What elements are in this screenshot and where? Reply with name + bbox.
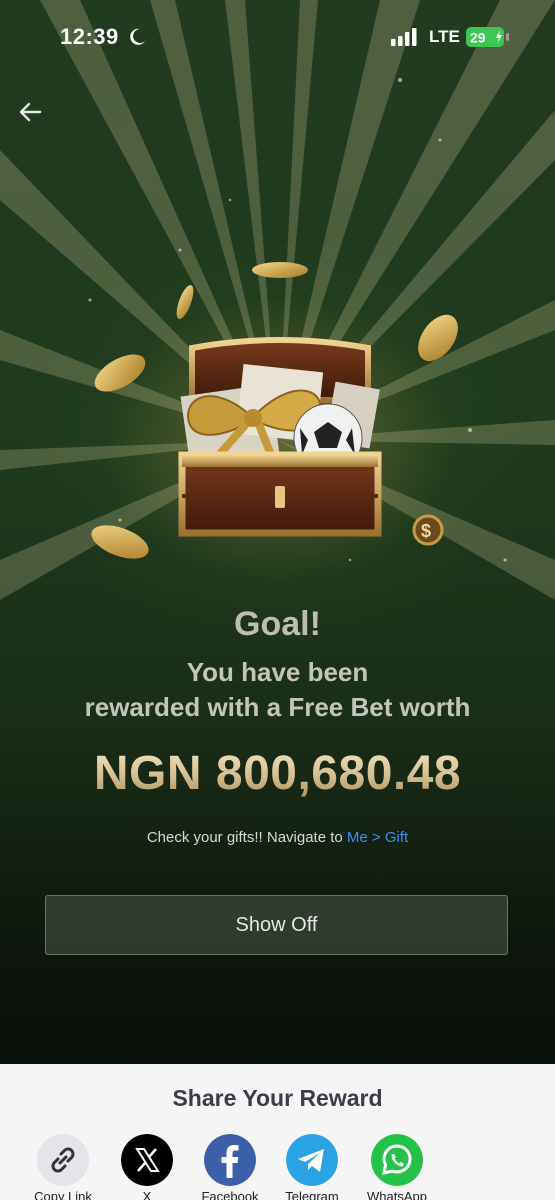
share-copy-link-button[interactable]: Copy Link [23, 1134, 103, 1200]
back-arrow-icon[interactable] [14, 96, 46, 128]
battery-icon: 29 [466, 27, 509, 47]
share-option-label: Facebook [201, 1189, 259, 1200]
hint-text: Check your gifts!! Navigate to [146, 829, 347, 846]
signal-icon [391, 28, 417, 46]
share-option-label: X [142, 1189, 152, 1200]
show-off-button[interactable]: Show Off [45, 895, 508, 955]
x-logo-icon [121, 1134, 173, 1186]
share-x-button[interactable]: X [107, 1134, 187, 1200]
gift-navigation-hint: Check your gifts!! Navigate to Me > Gift [0, 829, 555, 846]
reward-headline: Goal! [234, 605, 321, 643]
share-option-label: Copy Link [34, 1189, 92, 1200]
reward-message-line-1: You have been [186, 657, 369, 687]
share-option-label: Telegram [285, 1189, 339, 1200]
reward-message-line-2: rewarded with a Free Bet worth [84, 692, 471, 722]
free-bet-amount: NGN 800,680.48 [0, 746, 555, 801]
status-bar: 12:39 LTE 29 [0, 0, 555, 78]
share-sheet: Share Your Reward Copy Link X Facebook T… [0, 1064, 555, 1200]
reward-message: You have been rewarded with a Free Bet w… [0, 655, 555, 725]
whatsapp-icon [371, 1134, 423, 1186]
battery-level: 29 [470, 30, 486, 46]
network-type: LTE [429, 27, 460, 46]
share-whatsapp-button[interactable]: WhatsApp [357, 1134, 437, 1200]
me-gift-link[interactable]: Me > Gift [347, 829, 408, 846]
reward-screen: 12:39 LTE 29 $ Goal! You have been rewar… [0, 0, 555, 1200]
treasure-chest-illustration: $ [91, 262, 458, 559]
status-time: 12:39 [60, 24, 119, 49]
share-facebook-button[interactable]: Facebook [190, 1134, 270, 1200]
facebook-icon [204, 1134, 256, 1186]
moon-icon [130, 28, 145, 45]
share-telegram-button[interactable]: Telegram [272, 1134, 352, 1200]
svg-text:$: $ [421, 521, 431, 541]
share-option-label: WhatsApp [367, 1189, 427, 1200]
telegram-icon [286, 1134, 338, 1186]
link-icon [37, 1134, 89, 1186]
coin-graphic [252, 262, 308, 278]
share-sheet-title: Share Your Reward [172, 1085, 383, 1111]
